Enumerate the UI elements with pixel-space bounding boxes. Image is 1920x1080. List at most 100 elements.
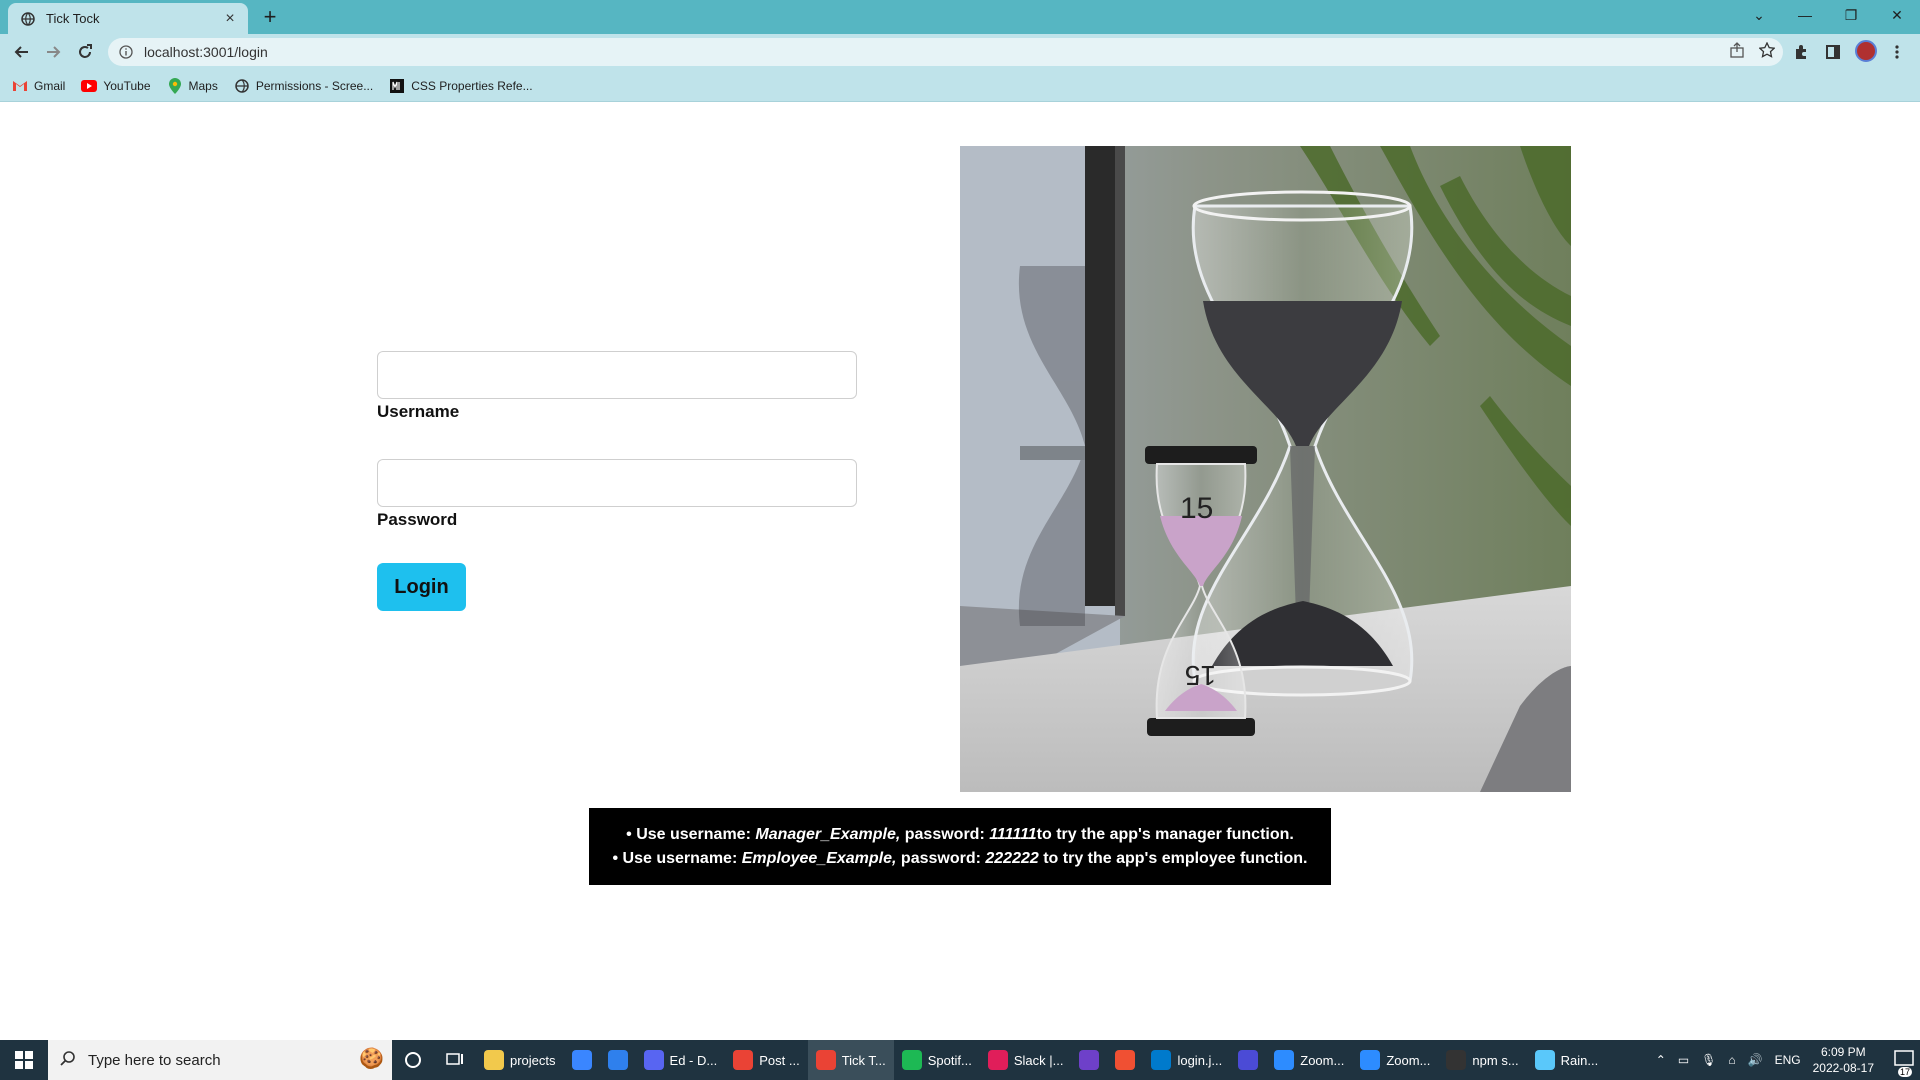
password-label: Password [377, 510, 458, 529]
app-icon [571, 1050, 592, 1070]
info-icon[interactable] [118, 44, 134, 60]
search-icon [60, 1050, 76, 1071]
volume-icon[interactable]: 🔊 [1748, 1053, 1763, 1067]
hint-username: Manager_Example, [755, 825, 901, 843]
taskbar-app-label: Ed - D... [669, 1052, 718, 1068]
windows-start-icon[interactable] [0, 1040, 48, 1080]
tab-title: Tick Tock [46, 11, 100, 26]
hint-text: • Use username: [612, 849, 742, 867]
taskbar-app-label: Spotif... [927, 1052, 972, 1068]
menu-icon[interactable] [1885, 40, 1909, 64]
taskbar-app[interactable]: projects [476, 1040, 564, 1080]
taskbar-app[interactable] [1230, 1040, 1266, 1080]
bookmark-css-properties[interactable]: CSS Properties Refe... [389, 78, 533, 94]
taskbar-app[interactable]: Zoom... [1266, 1040, 1352, 1080]
chevron-down-icon[interactable]: ⌄ [1736, 0, 1782, 30]
taskbar-app-label: Rain... [1560, 1052, 1599, 1068]
login-button[interactable]: Login [377, 563, 466, 611]
tab-strip: Tick Tock × + ⌄ — ❐ ✕ [0, 0, 1920, 34]
taskbar-app-label: npm s... [1472, 1052, 1519, 1068]
language-indicator[interactable]: ENG [1775, 1053, 1801, 1067]
system-tray: ⌃ ▭ 🎙 ⌂ 🔊 ENG 6:09 PM 2022-08-17 17 [1650, 1040, 1920, 1080]
svg-text:15: 15 [1180, 492, 1213, 525]
forward-icon[interactable] [41, 40, 65, 64]
clock-time: 6:09 PM [1820, 1045, 1866, 1059]
taskbar-search[interactable]: Type here to search 🍪 [48, 1040, 392, 1080]
hint-password: 111111 [989, 825, 1037, 843]
clock[interactable]: 6:09 PM 2022-08-17 [1813, 1044, 1874, 1076]
taskbar-app-label: Zoom... [1386, 1052, 1431, 1068]
close-window-icon[interactable]: ✕ [1874, 0, 1920, 30]
hourglass-image: 15 15 [960, 146, 1571, 792]
cortana-icon[interactable] [392, 1040, 434, 1080]
new-tab-button[interactable]: + [258, 4, 282, 29]
restore-icon[interactable]: ❐ [1828, 0, 1874, 30]
globe-icon [20, 11, 36, 27]
hint-text: to try the app's employee function. [1038, 849, 1308, 867]
search-placeholder: Type here to search [88, 1051, 221, 1069]
demo-credentials-hint: • Use username: Manager_Example, passwor… [589, 808, 1331, 885]
bookmark-youtube[interactable]: YouTube [81, 78, 151, 94]
bookmark-gmail[interactable]: Gmail [12, 78, 65, 94]
username-input[interactable] [377, 351, 857, 399]
notifications-icon[interactable]: 17 [1894, 1049, 1914, 1077]
hint-line-manager: • Use username: Manager_Example, passwor… [626, 823, 1294, 847]
bookmark-label: Gmail [34, 78, 66, 93]
task-view-icon[interactable] [434, 1040, 476, 1080]
hint-text: password: [896, 849, 986, 867]
url-text: localhost:3001/login [144, 44, 268, 60]
taskbar-app[interactable] [1071, 1040, 1107, 1080]
wifi-icon[interactable]: ⌂ [1728, 1053, 1735, 1067]
taskbar-app-label: Post ... [759, 1052, 800, 1068]
username-label: Username [377, 402, 460, 421]
network-icon[interactable]: ▭ [1678, 1053, 1689, 1067]
taskbar-app[interactable]: Rain... [1527, 1040, 1607, 1080]
taskbar-app[interactable] [600, 1040, 636, 1080]
app-icon [484, 1050, 504, 1070]
browser-tab[interactable]: Tick Tock × [8, 3, 248, 34]
taskbar: Type here to search 🍪 projects Ed - D... P… [0, 1040, 1920, 1080]
taskbar-app[interactable]: Post ... [725, 1040, 807, 1080]
browser-toolbar: localhost:3001/login [0, 34, 1920, 70]
taskbar-app[interactable]: Tick T... [807, 1040, 894, 1080]
chevron-up-icon[interactable]: ⌃ [1656, 1053, 1666, 1067]
extensions-icon[interactable] [1789, 40, 1813, 64]
youtube-icon [81, 78, 98, 94]
taskbar-app[interactable]: Ed - D... [636, 1040, 726, 1080]
svg-text:15: 15 [1185, 660, 1216, 691]
clock-date: 2022-08-17 [1812, 1061, 1874, 1075]
hint-text: • Use username: [626, 825, 756, 843]
taskbar-app[interactable]: Zoom... [1352, 1040, 1438, 1080]
app-icon [901, 1050, 922, 1070]
star-icon[interactable] [1758, 41, 1776, 63]
bookmarks-bar: Gmail YouTube Maps Permissions - Scree..… [0, 70, 1920, 102]
app-icon [1274, 1050, 1295, 1070]
back-icon[interactable] [10, 40, 34, 64]
bookmark-permissions[interactable]: Permissions - Scree... [234, 78, 373, 94]
minimize-icon[interactable]: — [1782, 0, 1828, 30]
hint-text: to try the app's manager function. [1036, 825, 1294, 843]
bookmark-maps[interactable]: Maps [167, 77, 218, 94]
taskbar-app-label: Zoom... [1300, 1052, 1345, 1068]
password-input[interactable] [377, 459, 857, 507]
avatar[interactable] [1855, 40, 1877, 62]
taskbar-app[interactable]: login.j... [1143, 1040, 1230, 1080]
close-icon[interactable]: × [220, 9, 240, 29]
taskbar-app[interactable]: npm s... [1438, 1040, 1526, 1080]
app-icon [987, 1050, 1008, 1070]
reload-icon[interactable] [73, 40, 97, 64]
maps-icon [167, 77, 183, 94]
app-icon [1534, 1050, 1555, 1070]
notification-count: 17 [1897, 1066, 1912, 1077]
app-icon [1238, 1050, 1259, 1070]
taskbar-app[interactable] [564, 1040, 600, 1080]
taskbar-app[interactable]: Slack |... [980, 1040, 1072, 1080]
app-icon [733, 1050, 754, 1070]
share-icon[interactable] [1729, 42, 1745, 63]
taskbar-app[interactable]: Spotif... [894, 1040, 980, 1080]
taskbar-app[interactable] [1107, 1040, 1143, 1080]
m-icon [389, 78, 405, 94]
address-bar[interactable]: localhost:3001/login [108, 38, 1783, 66]
side-panel-icon[interactable] [1821, 40, 1845, 64]
microphone-icon[interactable]: 🎙 [1701, 1053, 1716, 1067]
